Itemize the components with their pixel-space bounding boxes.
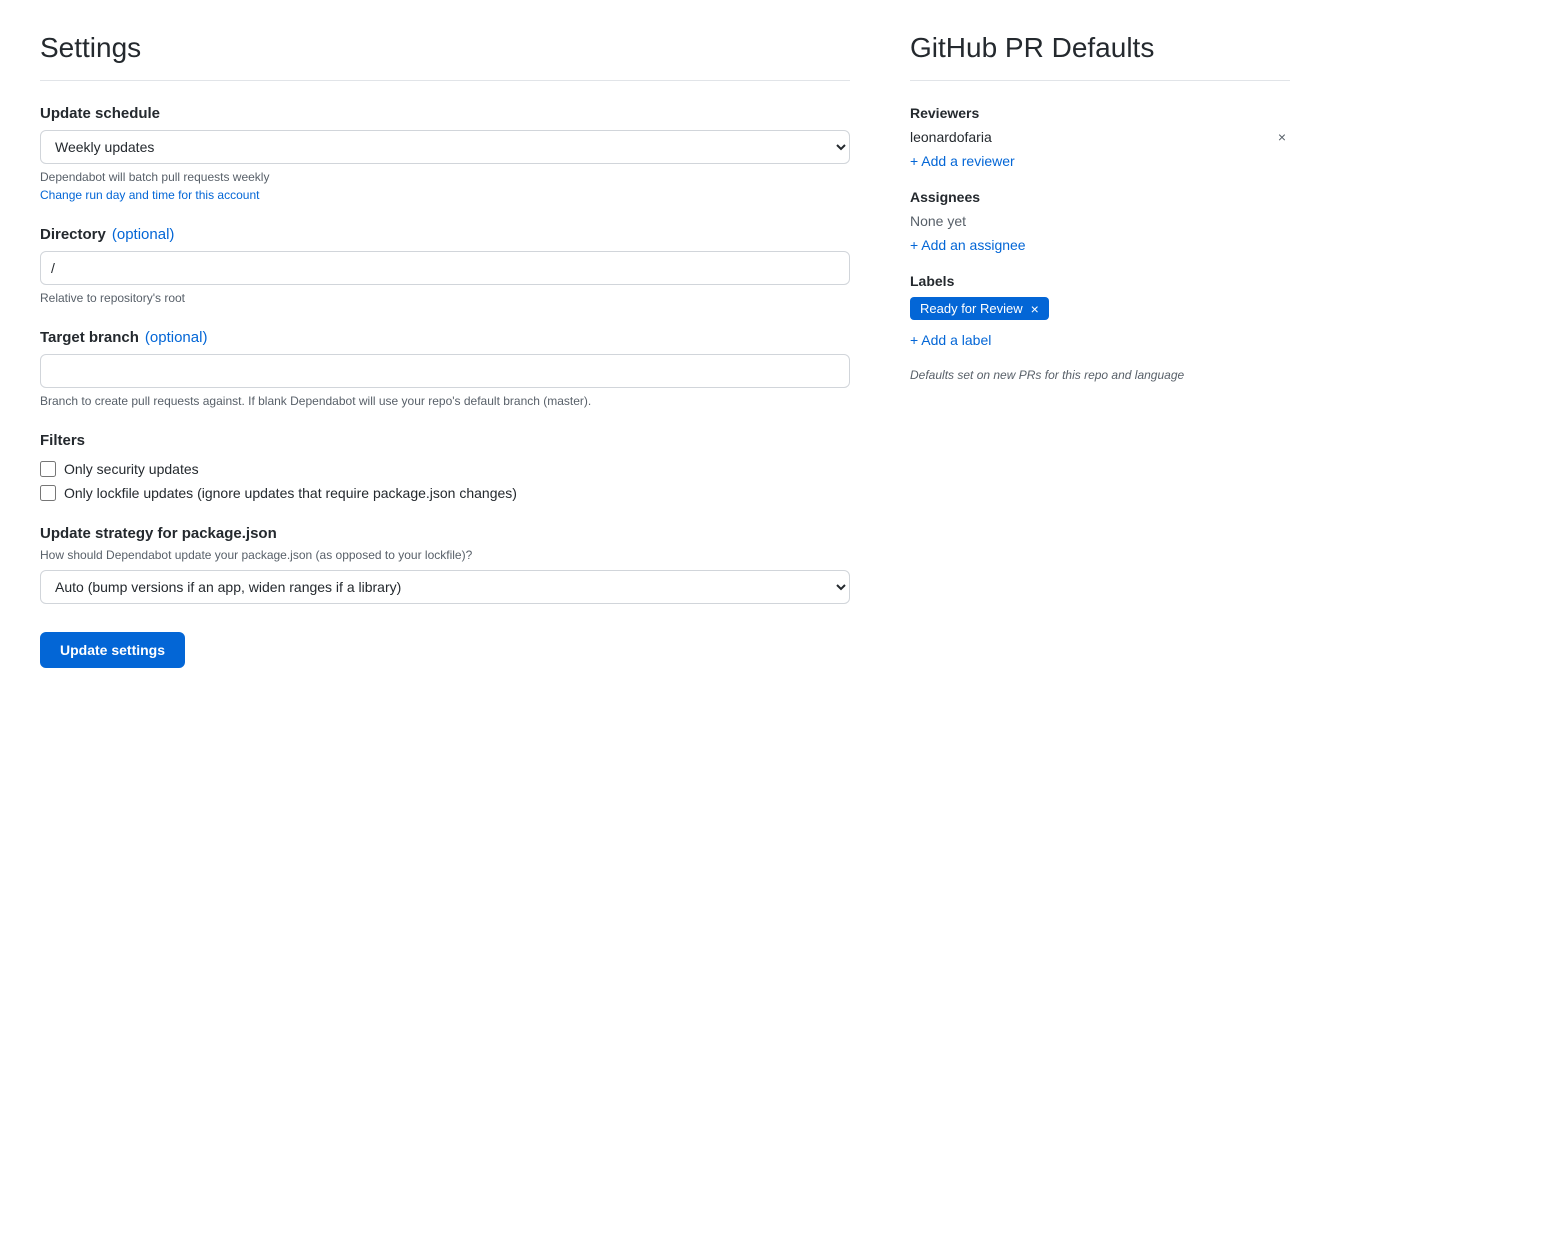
target-branch-hint: Branch to create pull requests against. … bbox=[40, 394, 850, 408]
update-schedule-label: Update schedule bbox=[40, 105, 850, 122]
target-branch-input[interactable] bbox=[40, 354, 850, 388]
labels-section-title: Labels bbox=[910, 273, 1290, 289]
add-label-link[interactable]: + Add a label bbox=[910, 332, 991, 348]
directory-hint: Relative to repository's root bbox=[40, 291, 850, 305]
filters-section: Filters Only security updates Only lockf… bbox=[40, 432, 850, 501]
update-strategy-select[interactable]: Auto (bump versions if an app, widen ran… bbox=[40, 570, 850, 604]
pr-defaults-title: GitHub PR Defaults bbox=[910, 32, 1290, 81]
update-schedule-select[interactable]: Weekly updates Daily updates Monthly upd… bbox=[40, 130, 850, 164]
filters-title: Filters bbox=[40, 432, 850, 449]
update-schedule-group: Update schedule Weekly updates Daily upd… bbox=[40, 105, 850, 202]
remove-label-button[interactable]: × bbox=[1031, 302, 1039, 316]
directory-input[interactable] bbox=[40, 251, 850, 285]
security-updates-checkbox[interactable] bbox=[40, 461, 56, 477]
remove-reviewer-button[interactable]: × bbox=[1274, 130, 1290, 144]
add-assignee-link[interactable]: + Add an assignee bbox=[910, 237, 1026, 253]
reviewers-section-title: Reviewers bbox=[910, 105, 1290, 121]
update-schedule-hint: Dependabot will batch pull requests week… bbox=[40, 170, 850, 202]
settings-title: Settings bbox=[40, 32, 850, 81]
assignees-none-yet: None yet bbox=[910, 213, 1290, 229]
assignees-section-title: Assignees bbox=[910, 189, 1290, 205]
label-badge-container: Ready for Review × bbox=[910, 297, 1290, 328]
labels-section: Labels Ready for Review × + Add a label bbox=[910, 273, 1290, 348]
reviewers-section: Reviewers leonardofaria × + Add a review… bbox=[910, 105, 1290, 169]
security-updates-checkbox-item: Only security updates bbox=[40, 461, 850, 477]
target-branch-group: Target branch (optional) Branch to creat… bbox=[40, 329, 850, 408]
label-badge-text: Ready for Review bbox=[920, 301, 1023, 316]
lockfile-updates-checkbox-item: Only lockfile updates (ignore updates th… bbox=[40, 485, 850, 501]
add-reviewer-link[interactable]: + Add a reviewer bbox=[910, 153, 1015, 169]
ready-for-review-badge: Ready for Review × bbox=[910, 297, 1049, 320]
target-branch-label: Target branch (optional) bbox=[40, 329, 850, 346]
pr-footer-note: Defaults set on new PRs for this repo an… bbox=[910, 368, 1290, 382]
update-strategy-hint: How should Dependabot update your packag… bbox=[40, 548, 850, 562]
update-strategy-title: Update strategy for package.json bbox=[40, 525, 850, 542]
settings-panel: Settings Update schedule Weekly updates … bbox=[40, 32, 850, 668]
assignees-section: Assignees None yet + Add an assignee bbox=[910, 189, 1290, 253]
lockfile-updates-label[interactable]: Only lockfile updates (ignore updates th… bbox=[64, 485, 517, 501]
change-run-day-link[interactable]: Change run day and time for this account bbox=[40, 188, 850, 202]
directory-label: Directory (optional) bbox=[40, 226, 850, 243]
security-updates-label[interactable]: Only security updates bbox=[64, 461, 199, 477]
reviewer-name: leonardofaria bbox=[910, 129, 992, 145]
lockfile-updates-checkbox[interactable] bbox=[40, 485, 56, 501]
update-strategy-section: Update strategy for package.json How sho… bbox=[40, 525, 850, 604]
update-settings-button[interactable]: Update settings bbox=[40, 632, 185, 668]
reviewer-item: leonardofaria × bbox=[910, 129, 1290, 145]
github-pr-defaults-panel: GitHub PR Defaults Reviewers leonardofar… bbox=[910, 32, 1290, 668]
directory-group: Directory (optional) Relative to reposit… bbox=[40, 226, 850, 305]
